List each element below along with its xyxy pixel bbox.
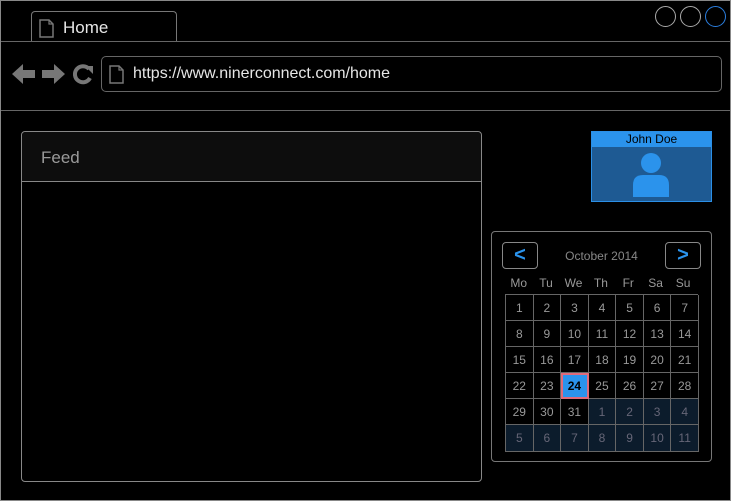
calendar-day[interactable]: 1 <box>506 295 534 322</box>
url-text: https://www.ninerconnect.com/home <box>133 65 391 82</box>
calendar: < October 2014 > Mo Tu We Th Fr Sa Su 12… <box>491 231 712 462</box>
calendar-day[interactable]: 18 <box>588 347 617 374</box>
tab-divider <box>1 41 730 42</box>
weekday-label: Sa <box>648 276 663 290</box>
feed-header: Feed <box>22 132 481 182</box>
calendar-next-button[interactable]: > <box>665 242 701 269</box>
user-avatar-icon <box>632 151 670 202</box>
calendar-day[interactable]: 10 <box>643 425 672 452</box>
maximize-button[interactable] <box>680 6 701 27</box>
calendar-day[interactable]: 23 <box>533 373 562 400</box>
calendar-day[interactable]: 16 <box>533 347 562 374</box>
calendar-day[interactable]: 29 <box>506 399 534 426</box>
calendar-day[interactable]: 25 <box>588 373 617 400</box>
calendar-prev-button[interactable]: < <box>502 242 538 269</box>
browser-window: Home https://www.ninerconnect.com/home F… <box>0 0 731 501</box>
calendar-day[interactable]: 31 <box>561 399 589 426</box>
nav-divider <box>1 110 730 111</box>
feed-panel: Feed <box>21 131 482 482</box>
weekday-label: Tu <box>539 276 553 290</box>
back-arrow-icon[interactable] <box>12 63 36 90</box>
calendar-day[interactable]: 7 <box>671 295 699 322</box>
calendar-day[interactable]: 3 <box>643 399 672 426</box>
calendar-day[interactable]: 3 <box>561 295 589 322</box>
weekday-label: Mo <box>510 276 528 290</box>
calendar-day[interactable]: 21 <box>671 347 699 374</box>
calendar-day[interactable]: 9 <box>616 425 644 452</box>
address-bar[interactable]: https://www.ninerconnect.com/home <box>101 56 722 92</box>
calendar-day[interactable]: 2 <box>533 295 562 322</box>
user-card[interactable]: John Doe <box>591 131 712 202</box>
calendar-day[interactable]: 8 <box>588 425 617 452</box>
calendar-day[interactable]: 11 <box>588 321 617 348</box>
calendar-day[interactable]: 5 <box>506 425 534 452</box>
minimize-button[interactable] <box>655 6 676 27</box>
calendar-weekday-header: Mo Tu We Th Fr Sa Su <box>505 276 697 290</box>
tab-label: Home <box>63 18 109 37</box>
calendar-day[interactable]: 1 <box>588 399 617 426</box>
weekday-label: We <box>564 276 583 290</box>
calendar-day-selected[interactable]: 24 <box>561 373 589 400</box>
calendar-day[interactable]: 6 <box>643 295 672 322</box>
calendar-day[interactable]: 26 <box>616 373 644 400</box>
reload-icon[interactable] <box>72 63 94 90</box>
calendar-day[interactable]: 8 <box>506 321 534 348</box>
calendar-month-label: October 2014 <box>565 249 638 263</box>
calendar-day[interactable]: 30 <box>533 399 562 426</box>
document-icon <box>109 65 124 89</box>
feed-title: Feed <box>41 148 80 167</box>
calendar-day[interactable]: 12 <box>616 321 644 348</box>
calendar-day[interactable]: 5 <box>616 295 644 322</box>
calendar-day[interactable]: 10 <box>561 321 589 348</box>
calendar-day[interactable]: 27 <box>643 373 672 400</box>
calendar-day[interactable]: 15 <box>506 347 534 374</box>
calendar-day[interactable]: 17 <box>561 347 589 374</box>
calendar-day[interactable]: 4 <box>671 399 699 426</box>
calendar-day[interactable]: 13 <box>643 321 672 348</box>
calendar-day[interactable]: 14 <box>671 321 699 348</box>
calendar-day[interactable]: 6 <box>533 425 562 452</box>
calendar-day-grid: 1 2 3 4 5 6 7 8 9 10 11 12 13 14 15 16 17 18 19 20 21 22 23 24 2… <box>505 294 699 452</box>
calendar-day[interactable]: 11 <box>671 425 699 452</box>
calendar-day[interactable]: 2 <box>616 399 644 426</box>
weekday-label: Su <box>675 276 691 290</box>
tab-home[interactable]: Home <box>31 11 177 42</box>
window-controls <box>655 6 726 27</box>
calendar-day[interactable]: 22 <box>506 373 534 400</box>
calendar-day[interactable]: 4 <box>588 295 617 322</box>
user-name: John Doe <box>592 132 711 147</box>
weekday-label: Th <box>593 276 608 290</box>
document-icon <box>39 19 54 43</box>
calendar-day[interactable]: 19 <box>616 347 644 374</box>
calendar-day[interactable]: 7 <box>561 425 589 452</box>
weekday-label: Fr <box>622 276 634 290</box>
calendar-day[interactable]: 9 <box>533 321 562 348</box>
calendar-day[interactable]: 20 <box>643 347 672 374</box>
close-button[interactable] <box>705 6 726 27</box>
calendar-day[interactable]: 28 <box>671 373 699 400</box>
forward-arrow-icon[interactable] <box>41 63 65 90</box>
